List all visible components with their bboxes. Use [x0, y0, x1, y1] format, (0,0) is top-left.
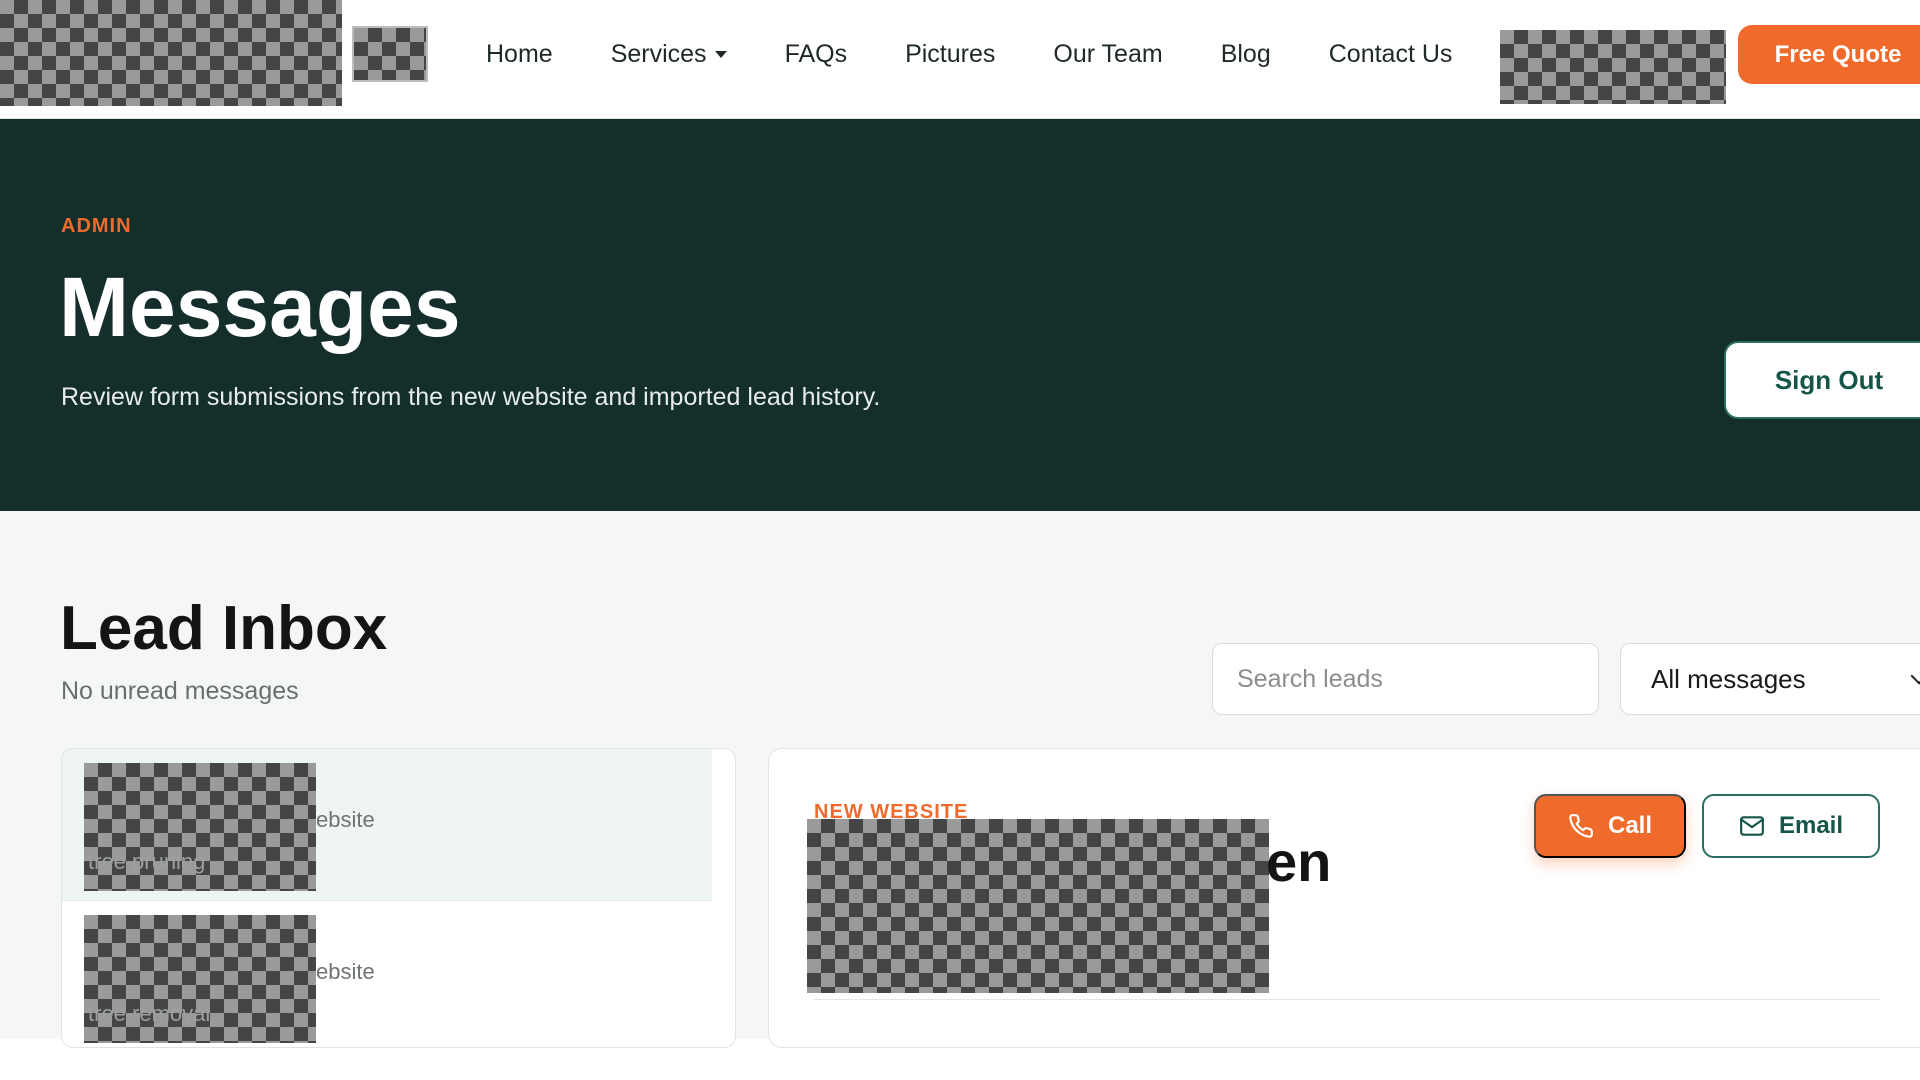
- chevron-down-icon: [1910, 667, 1920, 685]
- site-header: Home Services FAQs Pictures Our Team Blo…: [0, 0, 1920, 119]
- nav-home[interactable]: Home: [486, 40, 553, 69]
- email-label: Email: [1778, 812, 1844, 839]
- lead-detail-panel: NEW WEBSITE en Call Email: [768, 748, 1920, 1048]
- site-logo[interactable]: [0, 0, 428, 108]
- lead-list[interactable]: ebsite tree pruning ebsite tree removal: [61, 748, 736, 1048]
- logo-image-redacted: [0, 0, 342, 106]
- lead-name-visible-part: en: [1266, 830, 1332, 893]
- lead-service: tree removal: [88, 1001, 211, 1026]
- page-subtitle: Review form submissions from the new web…: [61, 383, 881, 411]
- sign-out-button[interactable]: Sign Out: [1724, 341, 1920, 419]
- nav-our-team[interactable]: Our Team: [1053, 40, 1162, 69]
- call-button[interactable]: Call: [1534, 794, 1686, 858]
- caret-down-icon: [714, 50, 727, 58]
- nav-faqs[interactable]: FAQs: [785, 40, 848, 69]
- nav-services-label: Services: [610, 39, 707, 68]
- logo-badges-redacted: [352, 26, 428, 82]
- hero-kicker: ADMIN: [61, 215, 132, 237]
- nav-contact-us[interactable]: Contact Us: [1329, 40, 1453, 69]
- nav-services[interactable]: Services: [611, 40, 727, 69]
- email-button[interactable]: Email: [1702, 794, 1880, 858]
- lead-source: ebsite: [316, 807, 375, 832]
- phone-number-redacted[interactable]: [1500, 30, 1726, 104]
- list-item[interactable]: ebsite tree pruning: [62, 749, 712, 901]
- lead-inbox-section: Lead Inbox No unread messages All messag…: [0, 511, 1920, 1048]
- list-item[interactable]: ebsite tree removal: [62, 901, 712, 1047]
- lead-name-redacted: [807, 819, 1269, 993]
- unread-status: No unread messages: [61, 677, 299, 705]
- inbox-title: Lead Inbox: [60, 594, 388, 663]
- filter-value: All messages: [1651, 663, 1806, 694]
- lead-source: ebsite: [316, 959, 375, 984]
- mail-icon: [1740, 816, 1764, 836]
- search-input[interactable]: [1212, 643, 1599, 715]
- free-quote-button[interactable]: Free Quote: [1738, 25, 1920, 84]
- nav-pictures[interactable]: Pictures: [905, 40, 995, 69]
- message-filter-select[interactable]: All messages: [1620, 643, 1920, 715]
- nav-blog[interactable]: Blog: [1221, 40, 1271, 69]
- divider: [814, 999, 1880, 1000]
- hero-banner: ADMIN Messages Review form submissions f…: [0, 119, 1920, 511]
- main-nav: Home Services FAQs Pictures Our Team Blo…: [486, 0, 1510, 108]
- call-label: Call: [1607, 812, 1652, 839]
- lead-service: tree pruning: [88, 849, 206, 874]
- page-title: Messages: [59, 260, 461, 354]
- phone-icon: [1569, 814, 1593, 838]
